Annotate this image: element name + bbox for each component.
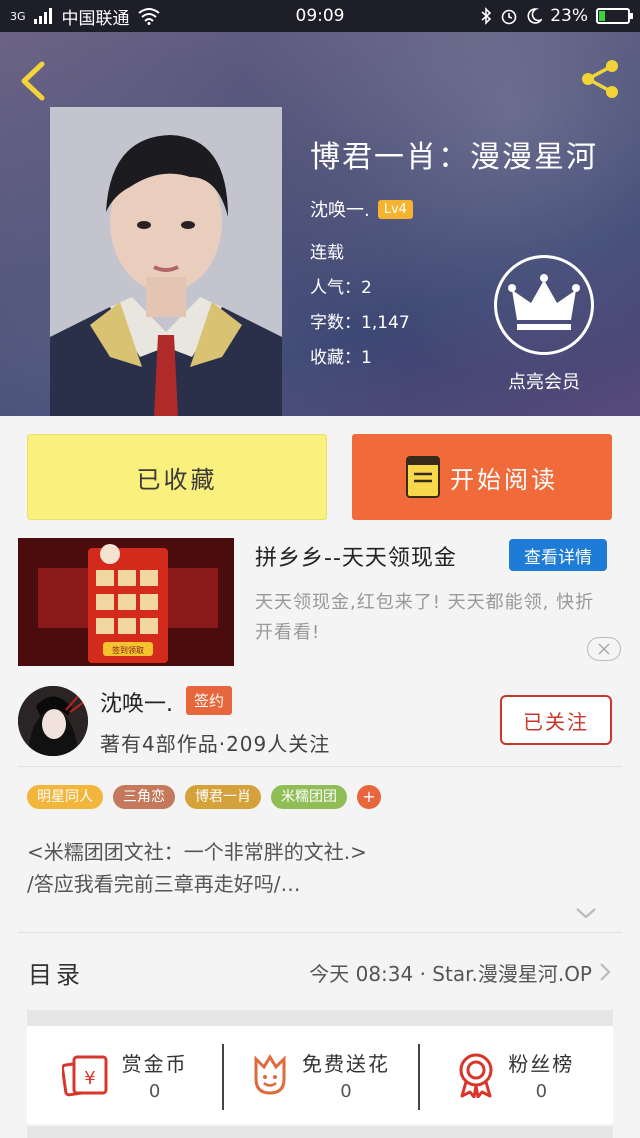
book-header: 博君一肖：漫漫星河 沈唤一. Lv4 连载 人气：2 字数：1,147 收藏：1… — [0, 32, 640, 416]
author-stats: 著有4部作品·209人关注 — [100, 732, 331, 756]
ad-image[interactable]: 签到领取 — [18, 538, 234, 666]
divider — [18, 766, 622, 767]
book-author-line: 沈唤一. Lv4 — [310, 196, 598, 222]
summary-line: <米糯团团文社：一个非常胖的文社.> — [27, 840, 367, 864]
svg-text:¥: ¥ — [84, 1068, 95, 1089]
reward-coins-button[interactable]: ¥ 赏金币 0 — [27, 1026, 222, 1124]
ad-title[interactable]: 拼乡乡--天天领现金 — [255, 540, 457, 572]
status-left: 3G 中国联通 — [10, 4, 160, 29]
tag[interactable]: 三角恋 — [113, 785, 175, 809]
latest-chapter[interactable]: 今天 08:34 · Star.漫漫星河.OP — [309, 958, 612, 987]
tag[interactable]: 明星同人 — [27, 785, 103, 809]
status-right: 23% — [480, 6, 633, 26]
chevron-right-icon — [600, 963, 611, 981]
collect-button[interactable]: 已收藏 — [27, 434, 327, 520]
medal-icon — [459, 1053, 493, 1098]
reward-count: 0 — [340, 1081, 352, 1102]
book-icon — [406, 456, 440, 498]
tag[interactable]: 博君一肖 — [185, 785, 261, 809]
author-level-badge: Lv4 — [377, 199, 413, 219]
book-cover-image — [50, 107, 282, 416]
network-type: 3G — [10, 9, 26, 23]
add-tag-button[interactable]: + — [357, 785, 381, 809]
table-of-contents-row[interactable]: 目录 今天 08:34 · Star.漫漫星河.OP — [28, 948, 612, 996]
book-summary[interactable]: <米糯团团文社：一个非常胖的文社.> /答应我看完前三章再走好吗/… — [27, 836, 617, 900]
start-reading-label: 开始阅读 — [450, 465, 558, 494]
crown-icon — [508, 274, 580, 330]
carrier-name: 中国联通 — [61, 8, 130, 29]
chevron-down-icon — [576, 908, 596, 919]
send-flower-button[interactable]: 免费送花 0 — [222, 1026, 417, 1124]
battery-percent: 23% — [550, 6, 588, 26]
chevron-left-icon — [21, 61, 45, 101]
reward-count: 0 — [535, 1081, 548, 1102]
wifi-icon — [137, 8, 160, 25]
red-envelope-icon: ¥ — [61, 1055, 108, 1097]
bluetooth-icon — [481, 7, 492, 25]
signal-icon — [33, 8, 52, 24]
signed-badge: 签约 — [186, 686, 233, 715]
flower-icon — [254, 1054, 286, 1095]
ad-detail-button[interactable]: 查看详情 — [509, 539, 607, 571]
tag[interactable]: 米糯团团 — [271, 785, 347, 809]
book-title: 博君一肖：漫漫星河 — [310, 140, 598, 175]
ad-close-button[interactable] — [587, 637, 621, 661]
expand-summary-button[interactable] — [574, 904, 598, 922]
reward-count: 0 — [148, 1081, 161, 1102]
latest-chapter-text: 今天 08:34 · Star.漫漫星河.OP — [309, 961, 592, 986]
author-avatar[interactable] — [18, 686, 88, 756]
reward-label: 粉丝榜 — [508, 1052, 575, 1076]
share-icon — [582, 60, 618, 98]
reward-label: 免费送花 — [301, 1052, 390, 1076]
start-reading-button[interactable]: 开始阅读 — [352, 434, 612, 520]
toc-label: 目录 — [28, 960, 84, 989]
section-separator — [27, 1010, 613, 1026]
vip-button[interactable] — [494, 255, 594, 355]
ad-image-caption: 签到领取 — [112, 645, 144, 655]
follow-label: 已关注 — [523, 709, 589, 734]
share-button[interactable] — [576, 54, 626, 104]
book-author-name[interactable]: 沈唤一. — [310, 196, 370, 222]
divider — [18, 932, 622, 933]
author-name[interactable]: 沈唤一. — [100, 686, 173, 718]
ad-description: 天天领现金,红包来了! 天天都能领, 快折开看看! — [255, 592, 595, 643]
vip-label: 点亮会员 — [508, 372, 580, 393]
section-separator — [27, 1126, 613, 1138]
back-button[interactable] — [18, 60, 54, 101]
close-icon — [598, 643, 610, 655]
summary-line: /答应我看完前三章再走好吗/… — [27, 872, 301, 896]
tag-list: 明星同人 三角恋 博君一肖 米糯团团 + — [27, 785, 381, 809]
follow-button[interactable]: 已关注 — [500, 695, 612, 745]
alarm-icon — [501, 9, 517, 25]
reward-label: 赏金币 — [121, 1052, 188, 1076]
battery-icon — [596, 8, 633, 24]
battery-fill — [599, 11, 606, 21]
fan-ranking-button[interactable]: 粉丝榜 0 — [417, 1026, 613, 1124]
status-bar: 3G 中国联通 09:09 23% — [0, 0, 640, 32]
collect-label: 已收藏 — [136, 465, 218, 494]
moon-icon — [527, 8, 543, 24]
reward-bar: ¥ 赏金币 0 免费送花 0 粉丝榜 0 — [27, 1026, 613, 1124]
